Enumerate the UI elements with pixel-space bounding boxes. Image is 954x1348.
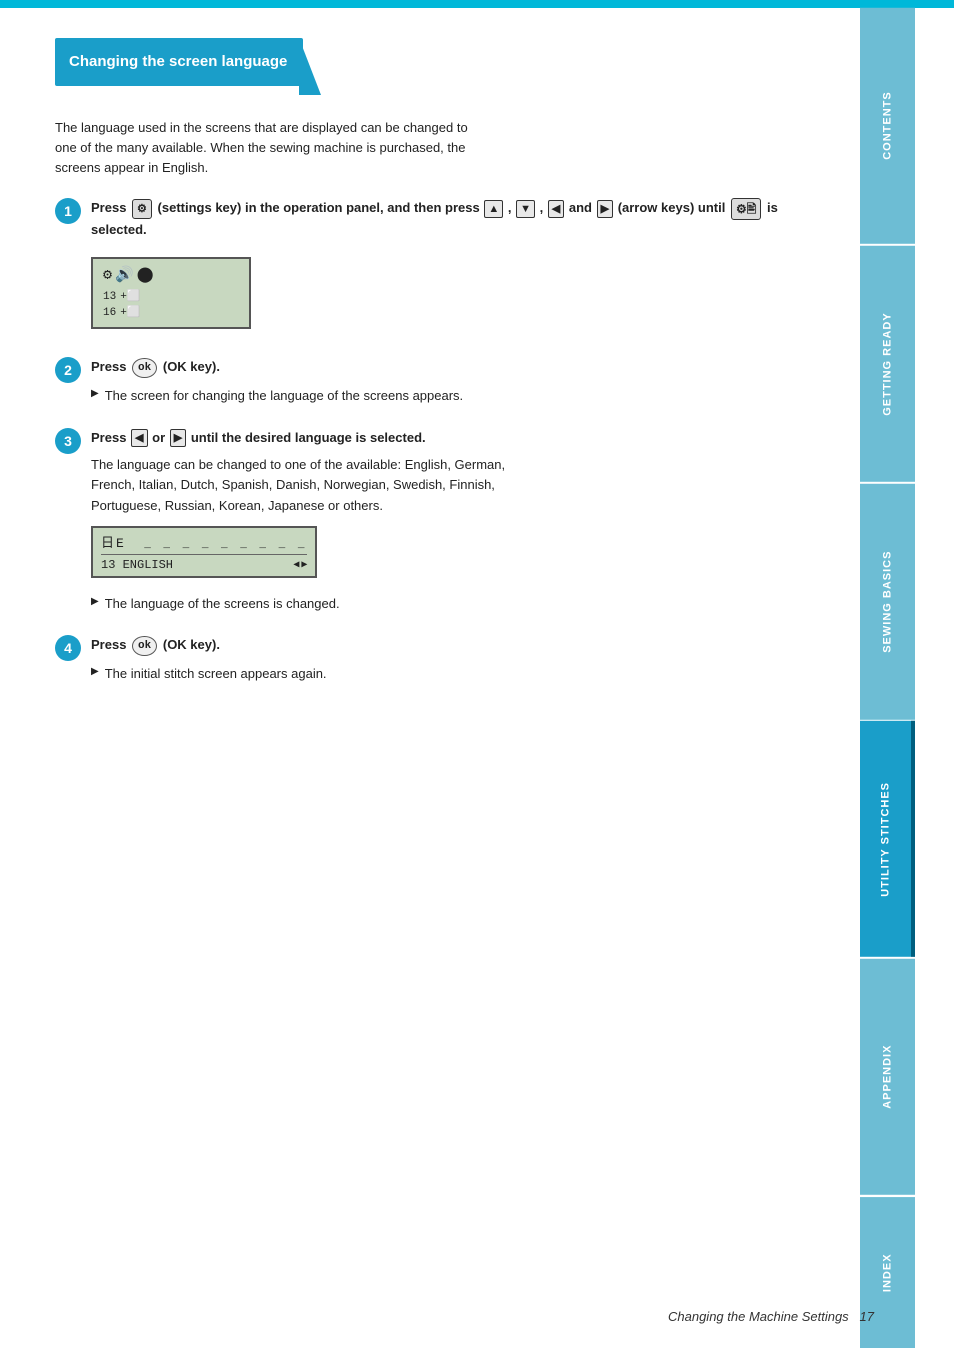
page-footer: Changing the Machine Settings 17 (668, 1309, 874, 1324)
step-3-content: Press ◀ or ▶ until the desired language … (91, 428, 830, 618)
step-4-content: Press ok (OK key). The initial stitch sc… (91, 635, 830, 687)
lcd-diagram-1: ⚙ 🔊 ⬤ 13 16 +⬜ +⬜ (91, 257, 251, 329)
right-arrow-key-3: ▶ (170, 429, 186, 448)
section-title: Changing the screen language (69, 53, 287, 70)
step-2-block: 2 Press ok (OK key). The screen for chan… (55, 357, 830, 409)
step-1-content: Press ⚙ (settings key) in the operation … (91, 198, 830, 339)
lcd-numbers: 13 16 (103, 290, 116, 321)
sidebar-tab-getting-ready[interactable]: GETTING READY (860, 246, 915, 482)
step-2-content: Press ok (OK key). The screen for changi… (91, 357, 830, 409)
sidebar-tab-utility-stitches[interactable]: UTILITY STITCHES (860, 721, 915, 957)
left-arrow-key-3: ◀ (131, 429, 147, 448)
lcd-icon-3: ⬤ (137, 265, 154, 286)
right-arrow-key: ▶ (597, 200, 613, 219)
step-4-bullet-1: The initial stitch screen appears again. (91, 664, 830, 684)
footer-page-num: 17 (860, 1309, 874, 1324)
lcd-row-1: ⚙ 🔊 ⬤ (103, 265, 239, 286)
footer-text: Changing the Machine Settings (668, 1309, 849, 1324)
ok-key-step4: ok (132, 636, 157, 657)
step-3-bullet-1: The language of the screens is changed. (91, 594, 830, 614)
step-4-circle: 4 (55, 635, 81, 661)
settings-key-icon: ⚙ (132, 199, 152, 220)
left-arrow-key: ◀ (548, 200, 564, 219)
right-sidebar: CONTENTS GETTING READY SEWING BASICS UTI… (860, 8, 915, 1348)
intro-text: The language used in the screens that ar… (55, 118, 485, 178)
step-3-circle: 3 (55, 428, 81, 454)
step-3-body: The language can be changed to one of th… (91, 455, 521, 515)
step-1-circle: 1 (55, 198, 81, 224)
page-layout: Changing the screen language The languag… (0, 8, 954, 1348)
step-1-instruction: Press ⚙ (settings key) in the operation … (91, 198, 830, 240)
ok-key-step2: ok (132, 358, 157, 379)
step-1-block: 1 Press ⚙ (settings key) in the operatio… (55, 198, 830, 339)
grid-settings-icon: ⚙🖹 (731, 198, 761, 220)
up-arrow-key: ▲ (484, 200, 503, 219)
step-4-instruction: Press ok (OK key). (91, 635, 830, 656)
step-2-bullet-1: The screen for changing the language of … (91, 386, 830, 406)
sidebar-tab-appendix[interactable]: APPENDIX (860, 959, 915, 1195)
lcd-icon-2: 🔊 (115, 265, 134, 286)
sidebar-tab-index[interactable]: INDEX (860, 1197, 915, 1348)
lcd-symbols: +⬜ +⬜ (120, 290, 140, 321)
lcd-lang-arrows: ◀ ▶ (293, 559, 307, 571)
step-2-instruction: Press ok (OK key). (91, 357, 830, 378)
step-4-block: 4 Press ok (OK key). The initial stitch … (55, 635, 830, 687)
step-3-block: 3 Press ◀ or ▶ until the desired languag… (55, 428, 830, 618)
sidebar-tab-sewing-basics[interactable]: SEWING BASICS (860, 484, 915, 720)
step-2-circle: 2 (55, 357, 81, 383)
main-content: Changing the screen language The languag… (0, 8, 860, 1348)
section-header: Changing the screen language (55, 38, 303, 86)
lcd-lang-diagram: 日E _ _ _ _ _ _ _ _ _ 13 ENGLISH ◀ ▶ (91, 526, 317, 578)
lcd-lang-top: 日E _ _ _ _ _ _ _ _ _ (101, 532, 307, 555)
lcd-icon-1: ⚙ (103, 265, 112, 286)
lcd-lang-text: 13 ENGLISH (101, 558, 173, 572)
step-3-instruction: Press ◀ or ▶ until the desired language … (91, 428, 830, 448)
top-bar (0, 0, 954, 8)
down-arrow-key: ▼ (516, 200, 535, 219)
sidebar-tab-contents[interactable]: CONTENTS (860, 8, 915, 244)
lcd-lang-bottom: 13 ENGLISH ◀ ▶ (101, 558, 307, 572)
lcd-row-2: 13 16 +⬜ +⬜ (103, 290, 239, 321)
